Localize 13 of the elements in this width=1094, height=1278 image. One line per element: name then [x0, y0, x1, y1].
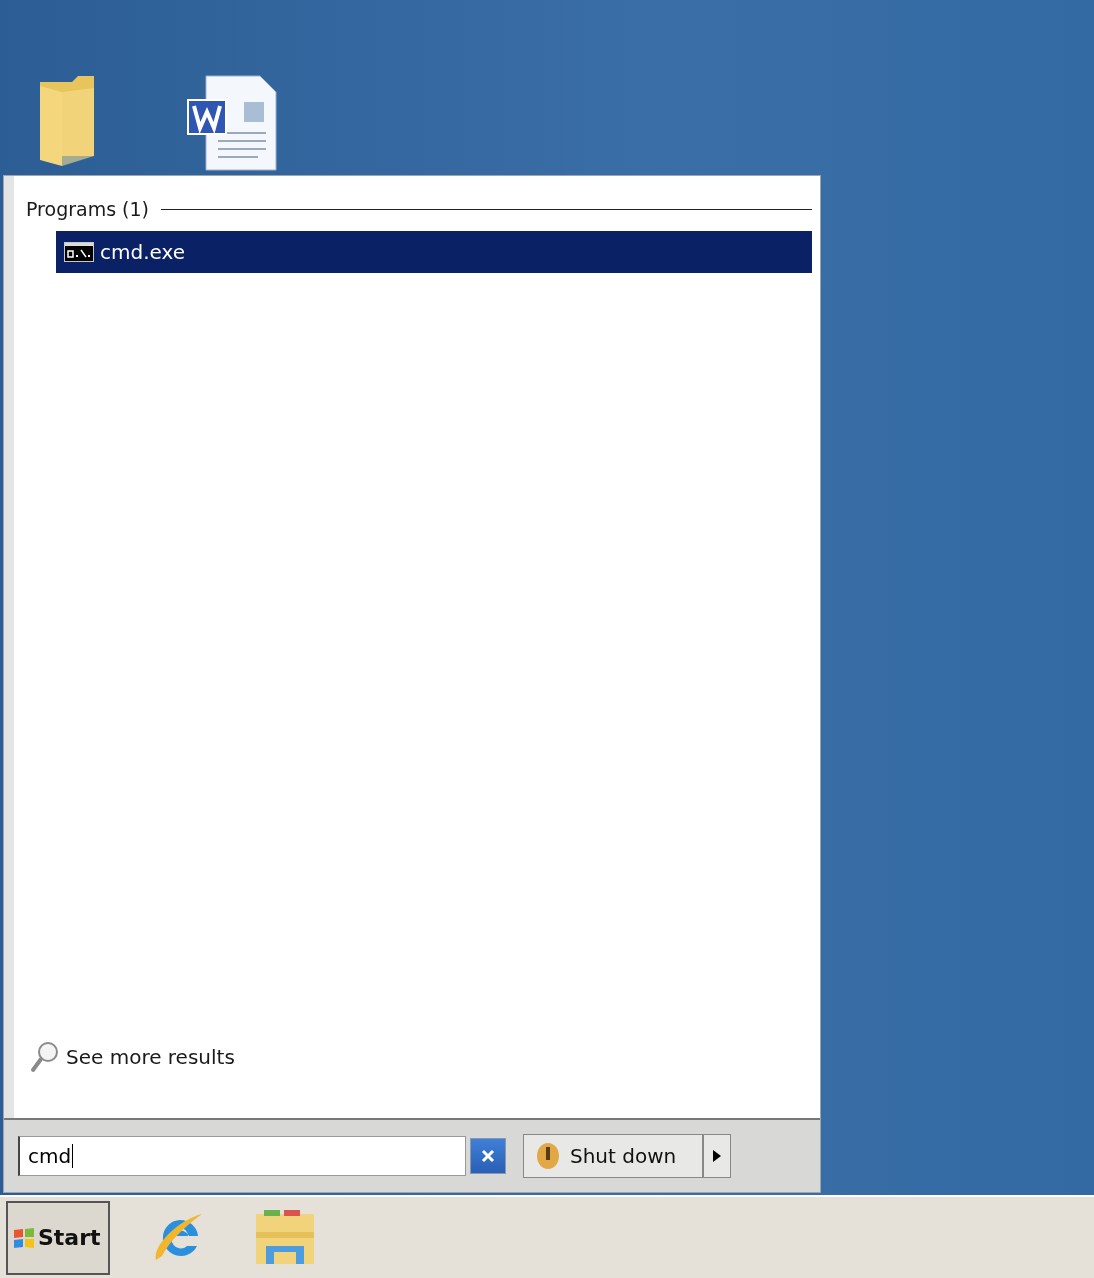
windows-logo-icon	[12, 1225, 36, 1250]
program-item[interactable]: cmd.exe	[56, 231, 812, 273]
group-heading: Programs (1)	[26, 198, 150, 220]
shut-down-options-button[interactable]	[703, 1134, 731, 1178]
console-icon	[64, 242, 94, 262]
clear-search-button[interactable]	[470, 1138, 506, 1174]
search-icon	[30, 1040, 60, 1074]
triangle-icon	[713, 1150, 721, 1162]
search-field[interactable]: cmd	[18, 1136, 466, 1176]
start-button[interactable]: Start	[6, 1200, 110, 1275]
shut-down-button[interactable]: Shut down	[523, 1134, 703, 1178]
word-document-icon[interactable]	[184, 72, 279, 172]
see-more-results-link[interactable]: See more results	[30, 1040, 235, 1074]
